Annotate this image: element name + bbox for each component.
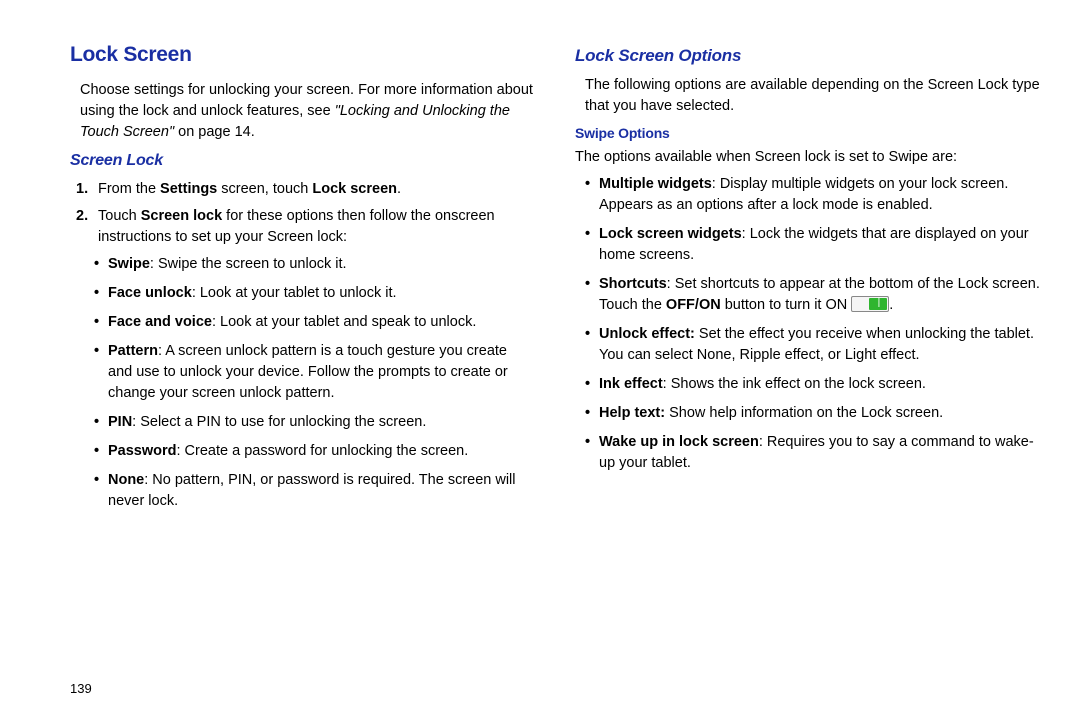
page-number: 139 — [70, 681, 92, 696]
option-face-unlock: Face unlock: Look at your tablet to unlo… — [108, 283, 535, 304]
intro-text-b: on page 14. — [178, 124, 255, 140]
opt-wake-up: Wake up in lock screen: Requires you to … — [599, 432, 1040, 474]
swipe-options-lead: The options available when Screen lock i… — [575, 147, 1040, 168]
opt-lock-screen-widgets: Lock screen widgets: Lock the widgets th… — [599, 224, 1040, 266]
step-number-1: 1. — [76, 179, 88, 200]
step-number-2: 2. — [76, 206, 88, 227]
subheading-swipe-options: Swipe Options — [575, 123, 1040, 143]
step-2: 2. Touch Screen lock for these options t… — [98, 206, 535, 248]
options-intro: The following options are available depe… — [575, 75, 1040, 117]
opt-shortcuts: Shortcuts: Set shortcuts to appear at th… — [599, 274, 1040, 316]
step-1: 1. From the Settings screen, touch Lock … — [98, 179, 535, 200]
intro-paragraph: Choose settings for unlocking your scree… — [70, 80, 535, 143]
subheading-screen-lock: Screen Lock — [70, 149, 535, 172]
option-swipe: Swipe: Swipe the screen to unlock it. — [108, 254, 535, 275]
section-title-options: Lock Screen Options — [575, 44, 1040, 69]
step-2-text: Touch Screen lock for these options then… — [98, 208, 495, 245]
opt-multiple-widgets: Multiple widgets: Display multiple widge… — [599, 174, 1040, 216]
option-face-voice: Face and voice: Look at your tablet and … — [108, 312, 535, 333]
step-1-text: From the Settings screen, touch Lock scr… — [98, 181, 401, 197]
on-off-toggle-icon — [851, 296, 889, 312]
section-title: Lock Screen — [70, 40, 535, 70]
option-none: None: No pattern, PIN, or password is re… — [108, 470, 535, 512]
option-pattern: Pattern: A screen unlock pattern is a to… — [108, 341, 535, 404]
opt-help-text: Help text: Show help information on the … — [599, 403, 1040, 424]
opt-unlock-effect: Unlock effect: Set the effect you receiv… — [599, 324, 1040, 366]
option-password: Password: Create a password for unlockin… — [108, 441, 535, 462]
opt-ink-effect: Ink effect: Shows the ink effect on the … — [599, 374, 1040, 395]
option-pin: PIN: Select a PIN to use for unlocking t… — [108, 412, 535, 433]
